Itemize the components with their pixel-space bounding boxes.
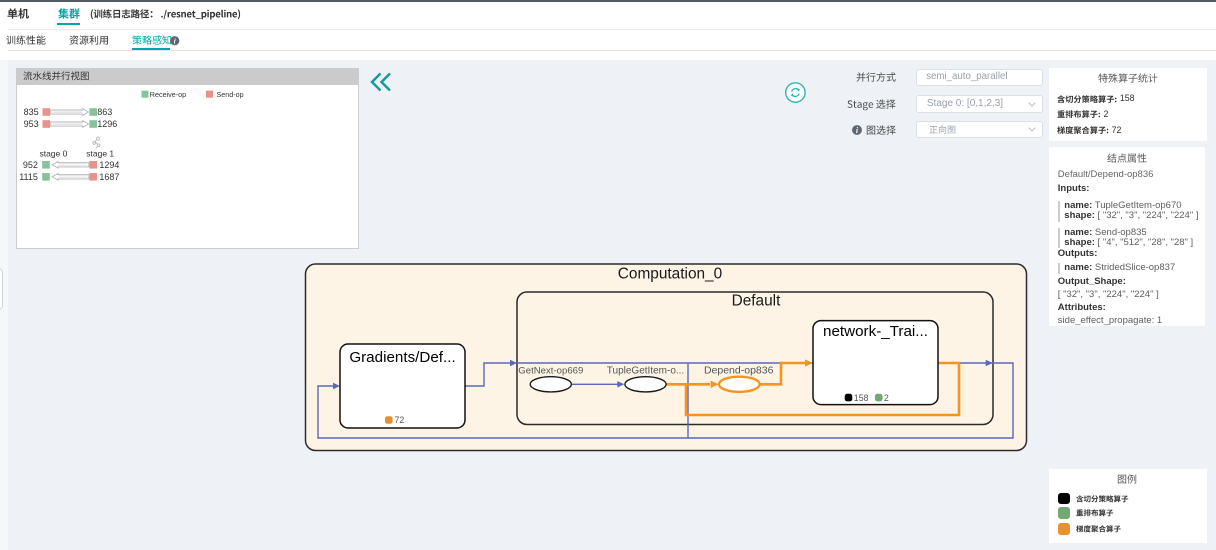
svg-text:TupleGetItem-o...: TupleGetItem-o... <box>607 366 684 377</box>
svg-text:835: 835 <box>23 107 38 117</box>
svg-text:1687: 1687 <box>99 172 119 182</box>
svg-text:Gradients/Def...: Gradients/Def... <box>349 349 455 366</box>
svg-text:network-_Trai...: network-_Trai... <box>823 323 928 340</box>
svg-text:Default: Default <box>732 293 781 310</box>
svg-text:158: 158 <box>854 393 869 403</box>
svg-text:2: 2 <box>884 393 889 403</box>
svg-text:Receive-op: Receive-op <box>149 90 185 99</box>
svg-text:Send-op: Send-op <box>216 90 243 99</box>
svg-text:952: 952 <box>22 160 37 170</box>
svg-text:stage 1: stage 1 <box>86 148 114 158</box>
svg-text:1296: 1296 <box>97 119 117 129</box>
svg-text:863: 863 <box>97 107 112 117</box>
svg-text:953: 953 <box>23 119 38 129</box>
svg-text:Computation_0: Computation_0 <box>618 266 722 283</box>
svg-text:Depend-op836: Depend-op836 <box>704 365 774 377</box>
svg-text:GetNext-op669: GetNext-op669 <box>518 366 583 377</box>
svg-text:72: 72 <box>395 415 405 425</box>
svg-text:1115: 1115 <box>19 172 38 182</box>
svg-text:1294: 1294 <box>99 160 119 170</box>
svg-text:stage 0: stage 0 <box>39 148 67 158</box>
